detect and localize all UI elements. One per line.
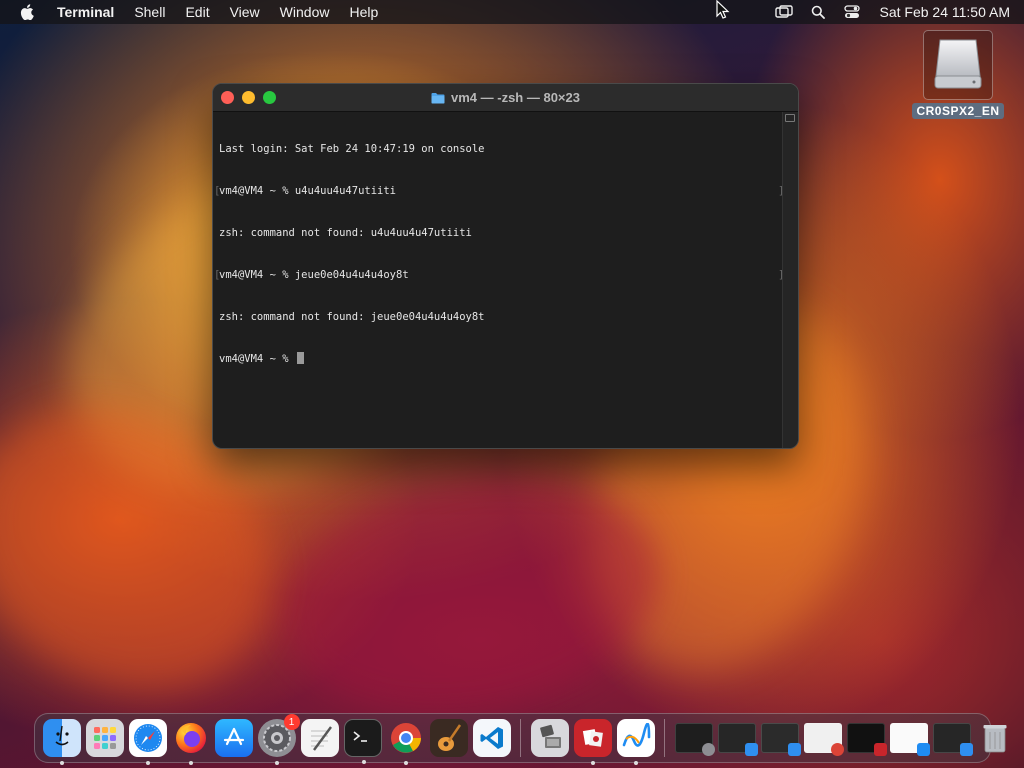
freeform-icon — [916, 743, 930, 756]
minimized-window-thumbnail[interactable] — [932, 723, 973, 756]
window-titlebar[interactable]: vm4 — -zsh — 80×23 — [213, 84, 798, 112]
minimized-window-thumbnail[interactable] — [889, 723, 930, 756]
desktop-disk[interactable]: CR0SPX2_EN — [912, 30, 1004, 119]
zoom-button[interactable] — [263, 91, 276, 104]
running-indicator — [633, 761, 638, 765]
freeform-icon[interactable] — [616, 719, 655, 765]
vscode-icon[interactable] — [472, 719, 511, 757]
menu-edit[interactable]: Edit — [175, 0, 219, 24]
text-cursor — [296, 352, 304, 364]
terminal-prompt-line[interactable]: vm4@VM4 ~ % — [219, 352, 779, 366]
chrome-icon — [830, 743, 844, 756]
window-title: vm4 — -zsh — 80×23 — [431, 90, 580, 105]
traffic-lights — [221, 91, 276, 104]
spotlight-search-icon[interactable] — [808, 2, 828, 22]
running-indicator — [59, 761, 64, 765]
photo-booth-icon — [873, 743, 887, 756]
dock: 1 — [34, 713, 1006, 765]
running-indicator — [590, 761, 595, 765]
menu-shell[interactable]: Shell — [124, 0, 175, 24]
minimized-window-thumbnail[interactable] — [674, 723, 715, 756]
window-title-text: vm4 — -zsh — 80×23 — [451, 90, 580, 105]
dock-separator — [664, 719, 665, 757]
notification-badge: 1 — [283, 714, 300, 730]
running-indicator — [188, 761, 193, 765]
firefox-icon[interactable] — [172, 719, 210, 765]
scrollbar[interactable] — [782, 112, 798, 448]
finder-icon[interactable] — [42, 719, 81, 765]
app-store-icon[interactable] — [214, 719, 253, 757]
minimized-window-thumbnail[interactable] — [717, 723, 758, 756]
minimized-window-thumbnail[interactable] — [760, 723, 801, 756]
terminal-prompt: vm4@VM4 ~ % — [219, 353, 295, 365]
terminal-line: Last login: Sat Feb 24 10:47:19 on conso… — [219, 143, 485, 155]
running-indicator — [403, 761, 408, 765]
menu-view[interactable]: View — [220, 0, 270, 24]
apple-menu-icon[interactable] — [17, 2, 37, 22]
system-settings-icon[interactable]: 1 — [257, 714, 300, 765]
running-indicator — [145, 761, 150, 765]
terminal-window[interactable]: vm4 — -zsh — 80×23 Last login: Sat Feb 2… — [212, 83, 799, 449]
disk-label[interactable]: CR0SPX2_EN — [912, 103, 1004, 119]
finder-icon — [744, 743, 758, 756]
photo-booth-icon[interactable] — [573, 719, 612, 765]
terminal-line: zsh: command not found: u4u4uu4u47utiiti — [219, 227, 472, 239]
minimize-button[interactable] — [242, 91, 255, 104]
screen-mirroring-icon[interactable] — [774, 2, 794, 22]
close-button[interactable] — [221, 91, 234, 104]
terminal-line: zsh: command not found: jeue0e04u4u4u4oy… — [219, 311, 485, 323]
external-drive-icon[interactable] — [923, 30, 993, 100]
menu-app-name[interactable]: Terminal — [47, 0, 124, 24]
migration-assistant-icon[interactable] — [530, 719, 569, 757]
menu-help[interactable]: Help — [339, 0, 388, 24]
terminal-line: vm4@VM4 ~ % jeue0e04u4u4u4oy8t — [214, 268, 784, 282]
split-pane-icon[interactable] — [785, 114, 795, 122]
terminal-line: vm4@VM4 ~ % u4u4uu4u47utiiti — [214, 184, 784, 198]
finder-icon — [959, 743, 973, 756]
chrome-icon[interactable] — [387, 719, 425, 765]
system-settings-icon — [701, 743, 715, 756]
dock-separator — [520, 719, 521, 757]
menu-window[interactable]: Window — [270, 0, 340, 24]
terminal-icon[interactable] — [343, 719, 382, 764]
status-area: Sat Feb 24 11:50 AM — [774, 0, 1011, 24]
running-indicator — [361, 760, 366, 764]
garageband-icon[interactable] — [429, 719, 468, 757]
menu-clock[interactable]: Sat Feb 24 11:50 AM — [880, 4, 1011, 20]
folder-icon — [431, 92, 445, 104]
running-indicator — [274, 761, 279, 765]
control-center-icon[interactable] — [842, 2, 862, 22]
mouse-pointer-icon — [716, 0, 730, 20]
finder-icon — [787, 743, 801, 756]
launchpad-icon[interactable] — [85, 719, 124, 757]
menu-bar: Terminal Shell Edit View Window Help Sat… — [0, 0, 1024, 24]
minimized-window-thumbnail[interactable] — [803, 723, 844, 756]
terminal-output[interactable]: Last login: Sat Feb 24 10:47:19 on conso… — [214, 114, 784, 444]
minimized-window-thumbnail[interactable] — [846, 723, 887, 756]
trash-icon[interactable] — [976, 719, 1014, 757]
wallpaper-petal — [262, 448, 678, 742]
safari-icon[interactable] — [128, 719, 167, 765]
textedit-icon[interactable] — [300, 719, 339, 757]
